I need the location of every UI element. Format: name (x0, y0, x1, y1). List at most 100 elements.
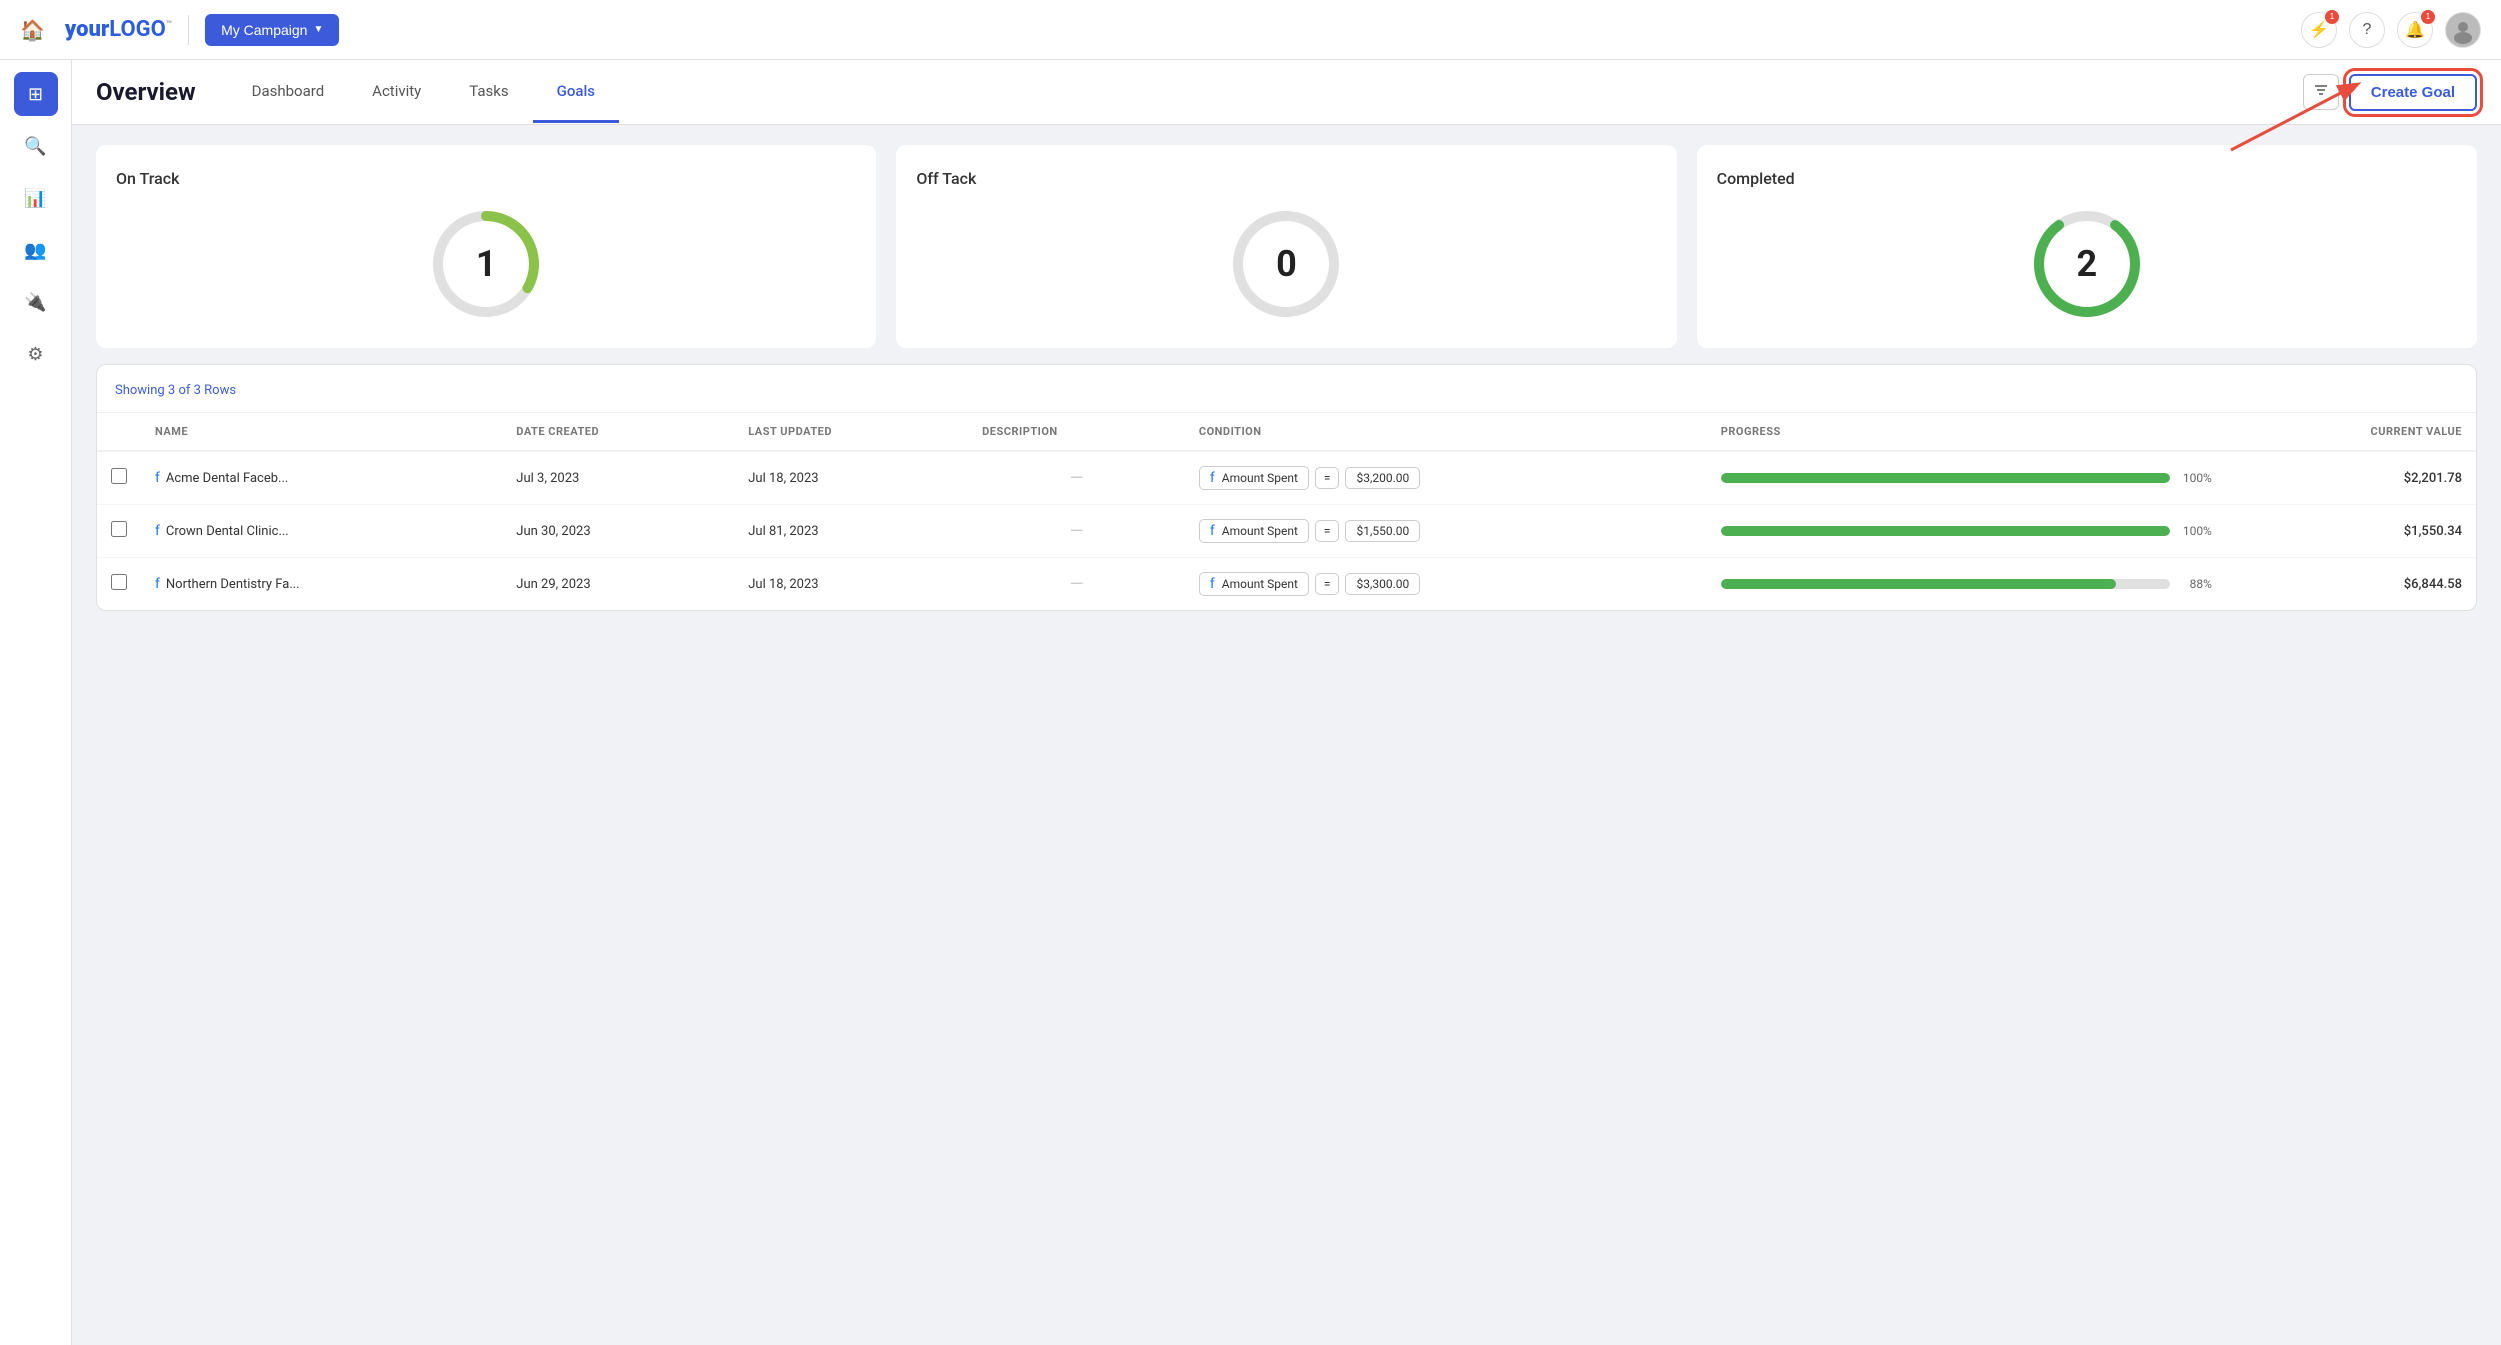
progress-pct: 100% (2178, 524, 2212, 538)
col-name: NAME (141, 413, 502, 451)
condition-metric: Amount Spent (1222, 577, 1298, 591)
tab-tasks[interactable]: Tasks (445, 62, 532, 123)
lightning-button[interactable]: ⚡ 1 (2301, 12, 2337, 48)
lightning-icon: ⚡ (2309, 20, 2329, 40)
condition-facebook-icon: f (1210, 470, 1215, 486)
tab-dashboard[interactable]: Dashboard (228, 62, 349, 123)
tab-goals[interactable]: Goals (533, 62, 619, 123)
row-checkbox[interactable] (111, 468, 127, 484)
campaign-button[interactable]: My Campaign ▼ (205, 14, 339, 46)
progress-bar-fill (1721, 526, 2170, 536)
col-progress: PROGRESS (1707, 413, 2226, 451)
condition-value-badge: $3,300.00 (1345, 573, 1420, 595)
bell-button[interactable]: 🔔 1 (2397, 12, 2433, 48)
table-meta: Showing 3 of 3 Rows (97, 365, 2476, 413)
row-current-value: $2,201.78 (2226, 451, 2476, 505)
row-current-value: $6,844.58 (2226, 558, 2476, 611)
condition-metric-badge: f Amount Spent (1199, 519, 1309, 543)
on-track-donut-container: 1 (116, 204, 856, 324)
row-date-created: Jun 30, 2023 (502, 505, 734, 558)
sidebar: ⊞ 🔍 📊 👥 🔌 ⚙ (0, 60, 72, 1345)
condition-metric: Amount Spent (1222, 524, 1298, 538)
on-track-title: On Track (116, 169, 179, 188)
progress-pct: 88% (2178, 577, 2212, 591)
search-icon: 🔍 (24, 136, 46, 157)
sidebar-item-grid[interactable]: ⊞ (14, 72, 58, 116)
stats-section: On Track 1 Off Tack (72, 125, 2501, 348)
condition-facebook-icon: f (1210, 576, 1215, 592)
col-description: DESCRIPTION (968, 413, 1185, 451)
off-track-value: 0 (1276, 243, 1297, 285)
condition-value-badge: $3,200.00 (1345, 467, 1420, 489)
plugin-icon: 🔌 (24, 292, 46, 313)
row-description: — (968, 451, 1185, 505)
goals-table: NAME DATE CREATED LAST UPDATED DESCRIPTI… (97, 413, 2476, 610)
table-row: f Acme Dental Faceb... Jul 3, 2023 Jul 1… (97, 451, 2476, 505)
users-icon: 👥 (24, 240, 46, 261)
off-track-title: Off Tack (916, 169, 976, 188)
avatar[interactable] (2445, 12, 2481, 48)
bell-badge: 1 (2421, 10, 2435, 24)
row-checkbox[interactable] (111, 574, 127, 590)
table-header-row: NAME DATE CREATED LAST UPDATED DESCRIPTI… (97, 413, 2476, 451)
nav-divider (188, 15, 189, 45)
help-button[interactable]: ? (2349, 12, 2385, 48)
on-track-card: On Track 1 (96, 145, 876, 348)
table-container: Showing 3 of 3 Rows NAME DATE CREATED LA… (96, 364, 2477, 611)
sidebar-item-plugins[interactable]: 🔌 (14, 280, 58, 324)
progress-bar-bg (1721, 473, 2170, 483)
row-name: Acme Dental Faceb... (166, 471, 288, 486)
progress-bar-fill (1721, 473, 2170, 483)
row-progress-cell: 100% (1707, 505, 2226, 558)
progress-bar-bg (1721, 526, 2170, 536)
sidebar-item-users[interactable]: 👥 (14, 228, 58, 272)
tab-nav: Dashboard Activity Tasks Goals (228, 62, 2303, 122)
off-track-card: Off Tack 0 (896, 145, 1676, 348)
condition-metric: Amount Spent (1222, 471, 1298, 485)
row-date-created: Jun 29, 2023 (502, 558, 734, 611)
condition-facebook-icon: f (1210, 523, 1215, 539)
row-current-value: $1,550.34 (2226, 505, 2476, 558)
table-row: f Crown Dental Clinic... Jun 30, 2023 Ju… (97, 505, 2476, 558)
table-row: f Northern Dentistry Fa... Jun 29, 2023 … (97, 558, 2476, 611)
progress-bar-fill (1721, 579, 2116, 589)
filter-button[interactable] (2303, 74, 2339, 110)
lightning-badge: 1 (2325, 10, 2339, 24)
row-description: — (968, 558, 1185, 611)
row-checkbox[interactable] (111, 521, 127, 537)
condition-value-badge: $1,550.00 (1345, 520, 1420, 542)
create-goal-button[interactable]: Create Goal (2349, 74, 2477, 111)
condition-metric-badge: f Amount Spent (1199, 572, 1309, 596)
row-name: Northern Dentistry Fa... (166, 577, 300, 592)
row-name-cell: f Acme Dental Faceb... (141, 451, 502, 505)
page-header: Overview Dashboard Activity Tasks Goals (72, 60, 2501, 125)
caret-icon: ▼ (313, 24, 323, 35)
completed-title: Completed (1717, 169, 1795, 188)
on-track-value: 1 (476, 243, 497, 285)
condition-op-badge: = (1315, 467, 1340, 489)
progress-pct: 100% (2178, 471, 2212, 485)
settings-icon: ⚙ (27, 344, 43, 365)
row-condition-cell: f Amount Spent = $3,300.00 (1185, 558, 1707, 611)
filter-icon (2313, 82, 2329, 103)
table-body: f Acme Dental Faceb... Jul 3, 2023 Jul 1… (97, 451, 2476, 610)
sidebar-item-settings[interactable]: ⚙ (14, 332, 58, 376)
question-icon: ? (2363, 21, 2372, 39)
completed-value: 2 (2076, 243, 2097, 285)
facebook-icon: f (155, 576, 160, 592)
sidebar-item-search[interactable]: 🔍 (14, 124, 58, 168)
row-last-updated: Jul 81, 2023 (734, 505, 968, 558)
home-icon[interactable]: 🏠 (20, 18, 45, 42)
progress-bar-bg (1721, 579, 2170, 589)
tab-activity[interactable]: Activity (348, 62, 445, 123)
condition-metric-badge: f Amount Spent (1199, 466, 1309, 490)
chart-icon: 📊 (24, 188, 46, 209)
logo: yourLOGO™ (65, 17, 172, 42)
sidebar-item-chart[interactable]: 📊 (14, 176, 58, 220)
on-track-donut: 1 (426, 204, 546, 324)
row-name-cell: f Northern Dentistry Fa... (141, 558, 502, 611)
completed-donut-container: 2 (1717, 204, 2457, 324)
row-checkbox-cell (97, 505, 141, 558)
row-name: Crown Dental Clinic... (166, 524, 289, 539)
top-nav: 🏠 yourLOGO™ My Campaign ▼ ⚡ 1 ? 🔔 1 (0, 0, 2501, 60)
